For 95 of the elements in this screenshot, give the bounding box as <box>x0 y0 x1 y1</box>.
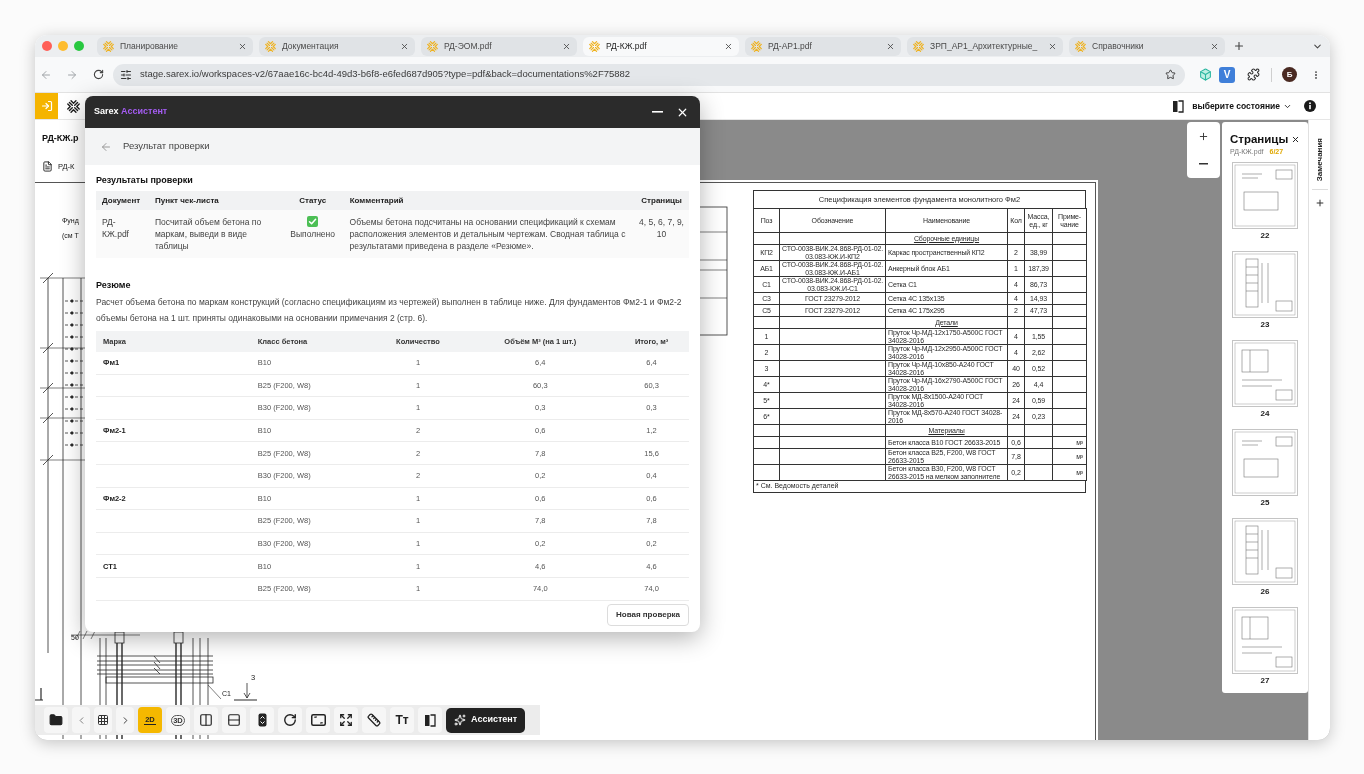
profile-avatar[interactable]: Б <box>1282 67 1297 82</box>
scroll-page-icon <box>257 713 267 727</box>
exit-icon <box>40 100 53 112</box>
plus-icon <box>1198 130 1209 142</box>
browser-tab[interactable]: ЗРП_АР1_Архитектурные_ <box>907 36 1063 56</box>
page-number: 22 <box>1260 229 1270 242</box>
browser-tab[interactable]: Документация <box>259 36 415 56</box>
back-icon <box>100 140 112 153</box>
table-cell-text: Посчитай объем бетона по маркам, выведи в виде таблицы <box>153 216 263 253</box>
tab-logo-icon <box>427 40 438 52</box>
puzzle-icon <box>1246 68 1260 81</box>
table-cell-text: Объемы бетона подсчитаны на основании спецификаций к схемам расположения элементов и детальным чертежам. Сводная таблица с результатами приведена в разделе «Резюме». <box>348 216 627 253</box>
back-icon <box>40 68 52 81</box>
sparkle-icon <box>454 714 466 726</box>
minus-icon <box>1199 163 1208 165</box>
new-tab-icon[interactable] <box>1233 40 1245 52</box>
new-check-button[interactable]: Новая проверка <box>606 603 689 626</box>
fullscreen-icon <box>339 713 353 727</box>
grid-button[interactable] <box>94 707 112 733</box>
page-thumbnail[interactable] <box>1232 161 1298 229</box>
split-vertical-button[interactable] <box>194 707 218 733</box>
page-thumbnail[interactable] <box>1232 517 1298 585</box>
browser-tab[interactable]: Планирование <box>97 36 253 56</box>
browser-tab[interactable]: РД-ЭОМ.pdf <box>421 36 577 56</box>
ruler-button[interactable] <box>362 707 386 733</box>
column-header: Комментарий <box>348 194 405 207</box>
page-number: 24 <box>1260 407 1270 420</box>
tab-logo-icon <box>1075 40 1086 52</box>
tab-logo-icon <box>589 40 600 52</box>
cube-icon <box>1198 68 1212 81</box>
browser-tab[interactable]: РД-КЖ.pdf <box>583 36 739 56</box>
column-header: Статус <box>298 194 328 207</box>
status-label: Выполнено <box>290 228 335 240</box>
page-number: 23 <box>1260 318 1270 331</box>
page-number: 25 <box>1260 496 1270 509</box>
file-icon <box>42 161 53 173</box>
grid-icon <box>97 714 109 726</box>
bookmark-star-icon[interactable] <box>1165 69 1176 80</box>
column-header: Документ <box>101 194 142 207</box>
scroll-mode-button[interactable] <box>250 707 274 733</box>
assistant-title: Sarex Ассистент <box>94 105 168 119</box>
folder-icon <box>49 713 63 727</box>
rows-icon <box>227 713 241 727</box>
info-icon[interactable] <box>1304 100 1316 112</box>
rotate-icon <box>283 713 297 727</box>
table-cell-text: РД-КЖ.pdf <box>101 216 130 241</box>
extension-button[interactable]: V <box>1219 66 1235 83</box>
tab-logo-icon <box>103 40 114 52</box>
fit-screen-button[interactable] <box>306 707 330 733</box>
page-thumbnail[interactable] <box>1232 606 1298 674</box>
close-icon[interactable] <box>1291 134 1300 144</box>
browser-tab[interactable]: Справочники <box>1069 36 1225 56</box>
ruler-icon <box>367 713 381 727</box>
section-title: Резюме <box>96 279 132 292</box>
table-cell-text: 4, 5, 6, 7, 9, 10 <box>638 216 685 241</box>
columns-icon <box>199 713 213 727</box>
check-icon <box>307 216 319 227</box>
minimize-icon <box>651 111 663 113</box>
split-page-icon[interactable] <box>1172 99 1185 113</box>
extensions-button[interactable] <box>1245 66 1261 83</box>
page-thumbnail[interactable] <box>1232 428 1298 496</box>
panel-title: Страницы <box>1230 132 1289 146</box>
plus-icon[interactable] <box>1314 198 1325 209</box>
fullscreen-button[interactable] <box>334 707 358 733</box>
page-thumbnail[interactable] <box>1232 339 1298 407</box>
rotate-button[interactable] <box>278 707 302 733</box>
close-window-icon[interactable] <box>42 41 52 51</box>
page-number: 26 <box>1260 585 1270 598</box>
forward-icon <box>66 68 78 81</box>
site-settings-icon[interactable] <box>120 68 132 81</box>
document-title: РД-КЖ.р <box>42 132 80 144</box>
fit-screen-icon <box>310 714 326 726</box>
comments-tab[interactable]: Замечания <box>1313 138 1326 182</box>
summary-text: Расчет объема бетона по маркам конструкций (согласно спецификациям из чертежей) выполнен в таблице ниже. Для фундаментов Фм2-1 и Фм2-2 объемы бетона на 1 шт. приняты одинаковыми на основании примечания 2 (стр. 6). <box>96 296 683 325</box>
section-title: Результаты проверки <box>96 174 194 187</box>
page-thumbnail[interactable] <box>1232 250 1298 318</box>
folder-button[interactable] <box>44 707 68 733</box>
split-page-icon <box>424 713 436 727</box>
column-header: Страницы <box>640 194 683 207</box>
column-header: Пункт чек-листа <box>154 194 220 207</box>
compare-button[interactable] <box>418 707 442 733</box>
page-number: 27 <box>1260 674 1270 687</box>
assistant-button[interactable]: Ассистент <box>446 707 526 733</box>
text-tool-button[interactable]: Тт <box>390 707 414 733</box>
tab-logo-icon <box>265 40 276 52</box>
split-horizontal-button[interactable] <box>222 707 246 733</box>
url-text[interactable]: stage.sarex.io/workspaces-v2/67aae16c-bc4d-49d3-b6f8-e6fed687d905?type=pdf&back=documentations%2F75882 <box>140 67 1165 82</box>
address-bar[interactable]: stage.sarex.io/workspaces-v2/67aae16c-bc4d-49d3-b6f8-e6fed687d905?type=pdf&back=documentations%2F75882 <box>113 63 1185 86</box>
dialog-subtitle: Результат проверки <box>123 139 210 154</box>
browser-tab[interactable]: РД-АР1.pdf <box>745 36 901 56</box>
tab-logo-icon <box>751 40 762 52</box>
tab-logo-icon <box>913 40 924 52</box>
app-logo-icon <box>67 99 80 113</box>
reload-icon <box>92 69 104 80</box>
status-select[interactable]: выберите состояние <box>1192 99 1292 113</box>
